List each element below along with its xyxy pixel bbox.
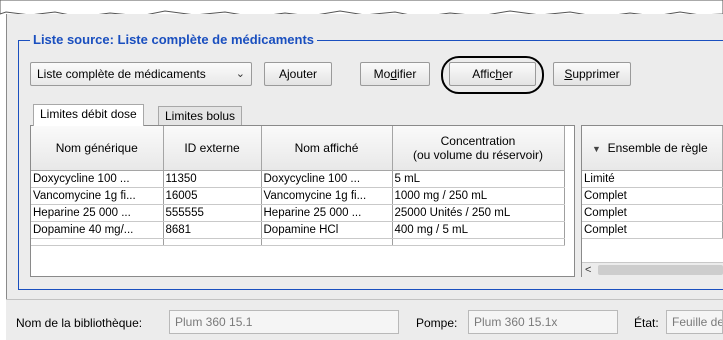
horizontal-scrollbar[interactable]: <: [582, 262, 723, 277]
col-header-external-id[interactable]: ID externe: [163, 126, 262, 171]
pump-field: Plum 360 15.1x: [468, 310, 618, 334]
state-label: État:: [634, 316, 659, 330]
cell-concentration: 5 mL: [392, 170, 565, 188]
cell-rule-set: Complet: [582, 204, 723, 222]
rule-set-table: ▼ Ensemble de règle Limité Complet Compl…: [581, 125, 723, 277]
chevron-down-icon: ⌄: [235, 68, 245, 80]
cell-external-id: 555555: [163, 204, 262, 222]
state-field: Feuille de: [666, 310, 723, 334]
dropdown-value: Liste complète de médicaments: [37, 67, 206, 81]
col-header-concentration[interactable]: Concentration (ou volume du réservoir): [392, 126, 565, 171]
col-header-rule-set[interactable]: ▼ Ensemble de règle: [582, 126, 723, 171]
rule-set-header-label: Ensemble de règle: [607, 140, 708, 155]
tab-dose-rate-limits[interactable]: Limites débit dose: [33, 104, 144, 126]
library-name-field: Plum 360 15.1: [169, 310, 399, 334]
table-row[interactable]: Heparine 25 000 ... 555555 Heparine 25 0…: [31, 204, 565, 222]
table-row[interactable]: Doxycycline 100 ... 11350 Doxycycline 10…: [31, 170, 565, 188]
sort-arrow-icon: ▼: [592, 143, 601, 154]
cell-generic-name: Dopamine 40 mg/...: [31, 221, 164, 239]
table-row[interactable]: Complet: [582, 187, 723, 205]
cell-rule-set: Limité: [582, 170, 723, 188]
table-row[interactable]: Dopamine 40 mg/... 8681 Dopamine HCl 400…: [31, 221, 565, 239]
cell-display-name: Vancomycine 1g fi...: [261, 187, 393, 205]
callout-highlight-ring: [441, 56, 544, 94]
cell-concentration: 400 mg / 5 mL: [392, 221, 565, 239]
cell-rule-set: Complet: [582, 187, 723, 205]
cell-display-name: Doxycycline 100 ...: [261, 170, 393, 188]
cell-rule-set: Complet: [582, 221, 723, 239]
scrollbar-thumb[interactable]: [598, 265, 723, 275]
table-row[interactable]: Complet: [582, 204, 723, 222]
status-bar: Nom de la bibliothèque: Plum 360 15.1 Po…: [6, 299, 723, 340]
concentration-header-line1: Concentration: [440, 134, 516, 148]
table-row-partial: [31, 238, 565, 246]
col-header-generic-name[interactable]: Nom générique: [31, 126, 164, 171]
drug-table: Nom générique ID externe Nom affiché Con…: [30, 125, 575, 277]
tab-bolus-limits[interactable]: Limites bolus: [158, 106, 243, 126]
cell-concentration: 25000 Unités / 250 mL: [392, 204, 565, 222]
drug-list-dropdown[interactable]: Liste complète de médicaments ⌄: [30, 62, 252, 86]
cell-generic-name: Heparine 25 000 ...: [31, 204, 164, 222]
col-header-display-name[interactable]: Nom affiché: [261, 126, 393, 171]
table-row[interactable]: Vancomycine 1g fi... 16005 Vancomycine 1…: [31, 187, 565, 205]
cell-external-id: 11350: [163, 170, 262, 188]
library-name-label: Nom de la bibliothèque:: [16, 316, 143, 330]
table-row[interactable]: Complet: [582, 221, 723, 239]
cell-generic-name: Doxycycline 100 ...: [31, 170, 164, 188]
concentration-header-line2: (ou volume du réservoir): [412, 148, 544, 162]
cell-external-id: 8681: [163, 221, 262, 239]
cell-external-id: 16005: [163, 187, 262, 205]
group-title: Liste source: Liste complète de médicame…: [30, 33, 318, 47]
modify-button[interactable]: Modifier: [360, 62, 430, 86]
table-row[interactable]: Limité: [582, 170, 723, 188]
scroll-left-icon[interactable]: <: [585, 263, 591, 277]
cell-display-name: Dopamine HCl: [261, 221, 393, 239]
delete-button[interactable]: Supprimer: [553, 62, 631, 86]
cell-display-name: Heparine 25 000 ...: [261, 204, 393, 222]
add-button[interactable]: Ajouter: [264, 62, 332, 86]
pump-label: Pompe:: [416, 316, 458, 330]
cell-generic-name: Vancomycine 1g fi...: [31, 187, 164, 205]
cell-concentration: 1000 mg / 250 mL: [392, 187, 565, 205]
table-header-row: Nom générique ID externe Nom affiché Con…: [31, 126, 565, 171]
